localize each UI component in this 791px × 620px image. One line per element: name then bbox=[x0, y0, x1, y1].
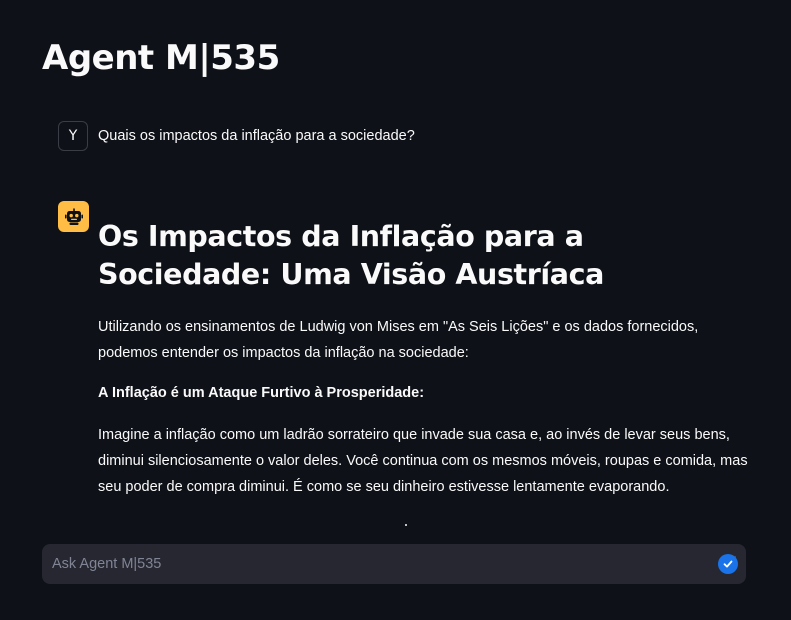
user-message-text: Quais os impactos da inflação para a soc… bbox=[98, 128, 415, 144]
assistant-message: Os Impactos da Inflação para a Sociedade… bbox=[98, 218, 748, 514]
scrollbar[interactable] bbox=[783, 0, 791, 620]
streaming-indicator bbox=[405, 524, 407, 526]
chat-input-box[interactable] bbox=[42, 544, 746, 584]
checkmark-icon bbox=[723, 560, 733, 568]
assistant-body-paragraph: Imagine a inflação como um ladrão sorrat… bbox=[98, 427, 748, 495]
page-title: Agent M|535 bbox=[42, 38, 280, 78]
app-root: Agent M|535 Y Quais os impactos da infla… bbox=[0, 0, 791, 620]
robot-icon bbox=[64, 208, 83, 225]
user-avatar: Y bbox=[58, 121, 88, 151]
assistant-avatar bbox=[58, 201, 89, 232]
grammarly-check-icon[interactable] bbox=[718, 554, 738, 574]
chat-input[interactable] bbox=[42, 544, 702, 584]
assistant-intro-paragraph: Utilizando os ensinamentos de Ludwig von… bbox=[98, 319, 699, 361]
user-message: Y Quais os impactos da inflação para a s… bbox=[58, 121, 415, 151]
assistant-subheading: A Inflação é um Ataque Furtivo à Prosper… bbox=[98, 385, 425, 401]
assistant-heading: Os Impactos da Inflação para a Sociedade… bbox=[98, 220, 604, 291]
